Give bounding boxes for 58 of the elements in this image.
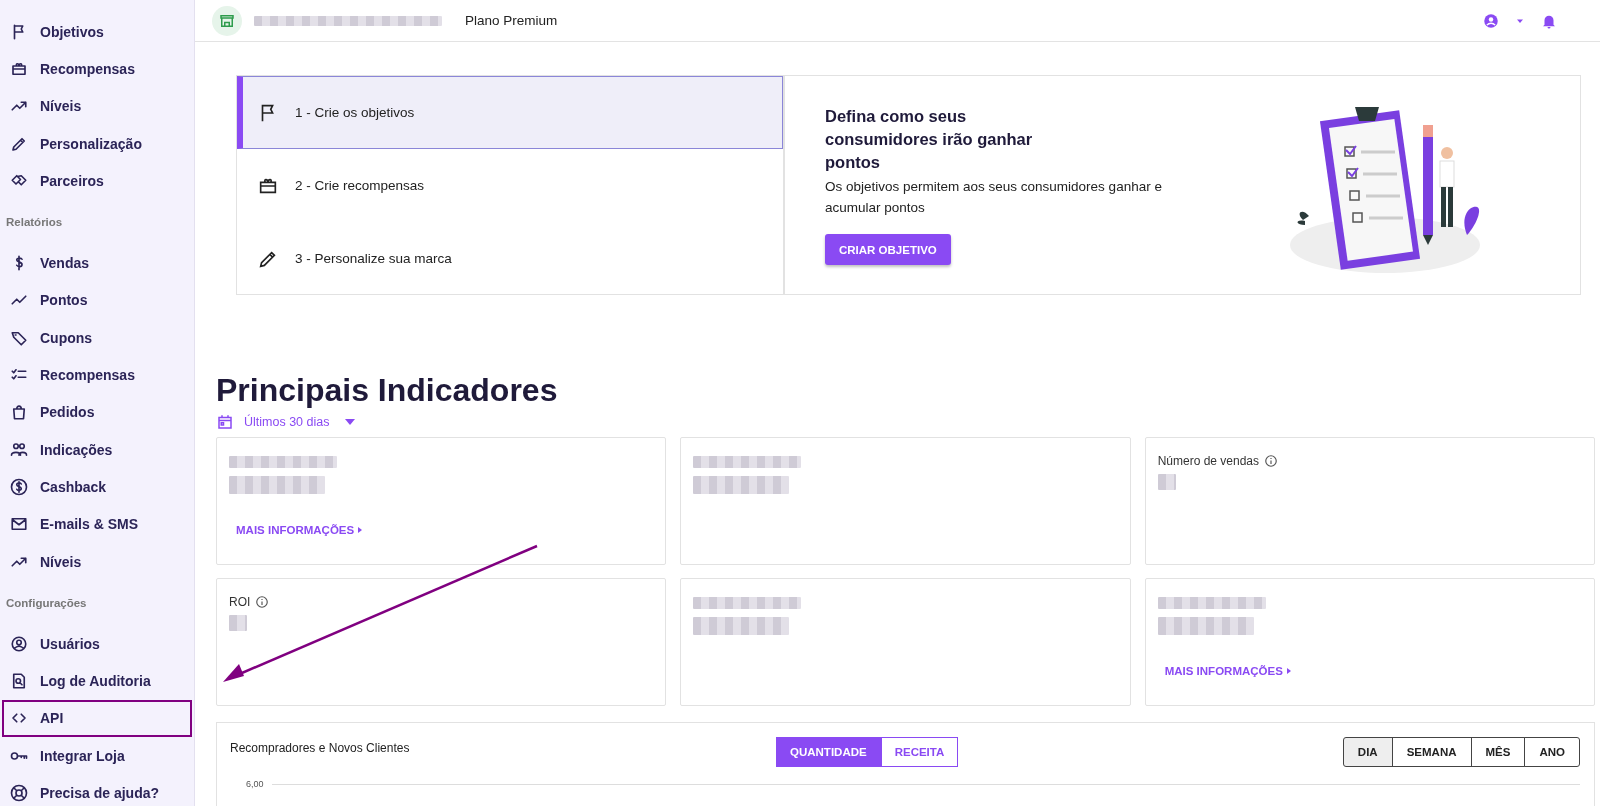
menu-item-icon (10, 634, 28, 653)
period-dropdown[interactable]: Últimos 30 dias (216, 411, 356, 433)
calendar-icon (216, 413, 234, 431)
measure-toggle[interactable]: RECEITA (880, 737, 959, 767)
period-toggle[interactable]: ANO (1524, 737, 1580, 767)
period-toggle[interactable]: SEMANA (1391, 737, 1472, 767)
menu-item-icon (10, 672, 28, 691)
sidebar-item[interactable]: E-mails & SMS (2, 505, 192, 543)
sidebar-item[interactable]: Precisa de ajuda? (2, 774, 192, 806)
sidebar-item[interactable]: Log de Auditoria (2, 662, 192, 700)
info-icon[interactable] (1264, 454, 1279, 468)
info-icon[interactable] (255, 595, 270, 609)
store-icon (212, 5, 242, 36)
sidebar-item[interactable]: Parceiros (2, 162, 192, 200)
section-heading: Relatórios (5, 215, 64, 231)
step-item[interactable]: 2 - Crie recompensas (237, 149, 783, 222)
step-item[interactable]: 1 - Crie os objetivos (237, 76, 783, 149)
indicator-label: ROI (229, 595, 251, 609)
sidebar-item[interactable]: API (2, 699, 192, 738)
sidebar-item[interactable]: Cupons (2, 319, 192, 357)
measure-toggle[interactable]: QUANTIDADE (776, 737, 881, 767)
sidebar-item[interactable]: Recompensas (2, 356, 192, 394)
caret-icon (358, 527, 363, 533)
sidebar-item[interactable]: Objetivos (2, 13, 192, 51)
sidebar-item[interactable]: Pedidos (2, 393, 192, 431)
sidebar-item[interactable]: Usuários (2, 625, 192, 663)
sidebar-item[interactable]: Pontos (2, 281, 192, 320)
sidebar-item[interactable]: Níveis (2, 542, 192, 581)
step-item[interactable]: 3 - Personalize sua marca (237, 222, 783, 295)
panel-title: Defina como seus consumidores irão ganhar pontos (825, 106, 1034, 173)
chart-title: Recompradores e Novos Clientes (230, 740, 411, 755)
blurred-value (1157, 474, 1176, 490)
caret-icon (345, 419, 356, 425)
blurred-value (229, 615, 247, 631)
panel-description: Os objetivos permitem aos seus consumidores ganhar e acumular pontos (825, 178, 1163, 217)
menu-item-icon (10, 477, 28, 496)
period-toggle[interactable]: DIA (1342, 737, 1393, 767)
create-objective-button[interactable]: CRIAR OBJETIVO (825, 234, 951, 265)
indicator-label: Número de vendas (1157, 454, 1260, 468)
sidebar-item[interactable]: Integrar Loja (2, 737, 192, 775)
menu-item-icon (10, 784, 28, 802)
section-heading: Configurações (5, 596, 88, 612)
menu-item-icon (10, 440, 28, 459)
axis-tick-label: 6,00 (246, 779, 264, 789)
sidebar-item[interactable]: Cashback (2, 468, 192, 506)
caret-icon (1286, 668, 1291, 674)
sidebar-item[interactable]: Indicações (2, 430, 192, 469)
plan-name: Plano Premium (465, 13, 558, 28)
menu-item-icon (10, 403, 28, 422)
more-info-link[interactable]: MAIS INFORMAÇÕES (236, 524, 363, 536)
sidebar-item[interactable]: Recompensas (2, 50, 192, 88)
more-info-link[interactable]: MAIS INFORMAÇÕES (1164, 665, 1291, 677)
period-toggle[interactable]: MÊS (1470, 737, 1526, 767)
sidebar-item[interactable]: Níveis (2, 87, 192, 125)
sidebar-item[interactable]: Personalização (2, 124, 192, 163)
sidebar-item[interactable]: Vendas (2, 244, 192, 282)
account-icon[interactable] (1482, 11, 1500, 30)
section-heading: Principais Indicadores (216, 371, 559, 409)
